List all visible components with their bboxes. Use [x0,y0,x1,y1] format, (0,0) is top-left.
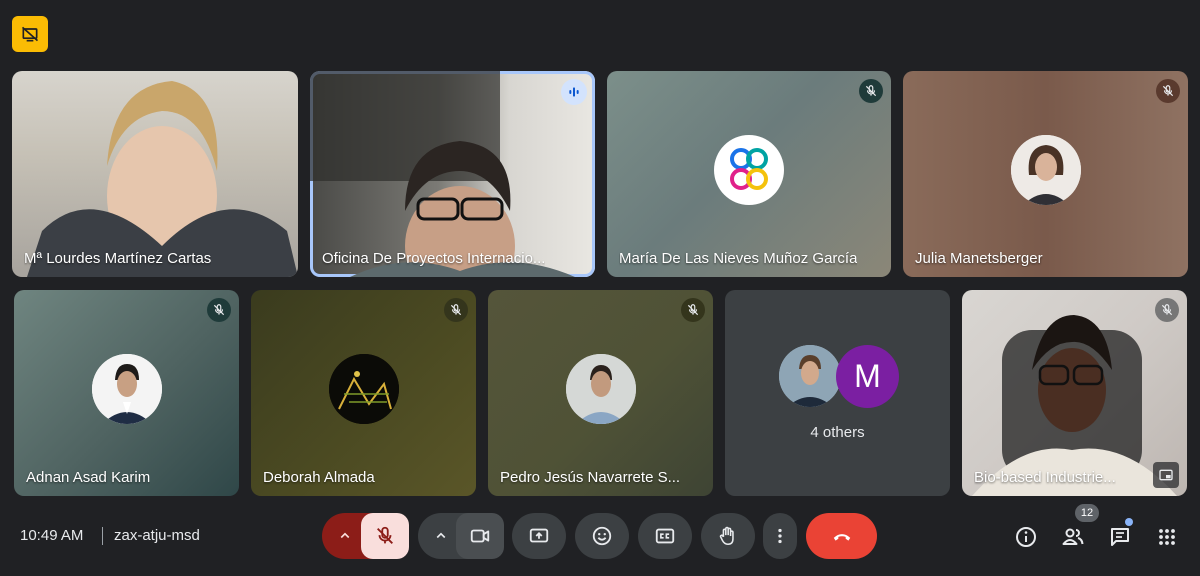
participant-name: Adnan Asad Karim [26,469,151,486]
presentation-off-badge[interactable] [12,16,48,52]
end-call-icon [833,534,850,541]
meeting-details-button[interactable] [1009,520,1043,554]
logo-avatar [730,147,768,190]
participant-tile[interactable]: Mª Lourdes Martínez Cartas [12,71,298,277]
muted-indicator [207,298,231,322]
captions-button[interactable] [638,513,692,559]
muted-indicator [444,298,468,322]
info-icon [1016,527,1036,547]
participant-tile[interactable]: Julia Manetsberger [903,71,1188,277]
others-avatar-photo [779,345,841,407]
participant-name: Oficina De Proyectos Internacio... [322,250,546,267]
present-screen-button[interactable] [512,513,566,559]
chat-notification-dot [1125,518,1133,526]
mic-toggle-button[interactable] [361,513,409,559]
chat-icon [1111,528,1129,546]
more-vert-icon [778,528,782,544]
muted-indicator [1155,298,1179,322]
apps-grid-icon [1159,529,1175,545]
participants-count-badge: 12 [1075,504,1099,522]
leave-call-button[interactable] [806,513,877,559]
participant-tile[interactable]: María De Las Nieves Muñoz García [607,71,891,277]
participant-avatar [714,134,784,205]
pop-out-button[interactable] [1153,462,1179,488]
participant-tile[interactable]: Pedro Jesús Navarrete S... [488,290,713,496]
mic-off-icon [687,304,699,316]
profile-photo [1010,134,1081,205]
mic-off-icon [213,304,225,316]
participant-name: Julia Manetsberger [915,250,1043,267]
muted-indicator [859,79,883,103]
participant-name: María De Las Nieves Muñoz García [619,250,858,267]
chat-button[interactable] [1103,520,1137,554]
meeting-code: zax-atju-msd [114,527,200,544]
others-avatar-letter: M [836,345,899,408]
presentation-off-icon [21,26,39,42]
mic-off-icon [1161,304,1173,316]
camera-toggle-button[interactable] [456,513,504,559]
mic-off-icon [1162,85,1174,97]
participant-name: Bio-based Industrie... [974,469,1116,486]
audio-level-icon [569,87,579,97]
others-count-label: 4 others [810,424,865,441]
speaking-indicator [561,79,587,105]
others-tile[interactable]: M 4 others [725,290,950,496]
muted-indicator [681,298,705,322]
people-button[interactable] [1056,520,1090,554]
participant-name: Deborah Almada [263,469,375,486]
participant-name: Pedro Jesús Navarrete S... [500,469,681,486]
more-options-button[interactable] [763,513,797,559]
raise-hand-button[interactable] [701,513,755,559]
mic-off-icon [377,526,393,544]
participant-tile-active-speaker[interactable]: Oficina De Proyectos Internacio... [310,71,595,277]
profile-photo [91,353,162,424]
participant-avatar [328,353,399,424]
video-camera-icon [470,529,490,543]
participant-tile[interactable]: Bio-based Industrie... [962,290,1187,496]
raise-hand-icon [719,526,734,546]
mic-off-icon [865,85,877,97]
present-screen-icon [529,528,549,543]
closed-captions-icon [655,528,675,544]
mic-off-icon [450,304,462,316]
profile-photo [328,353,399,424]
profile-photo [565,353,636,424]
participant-avatar [91,353,162,424]
time-divider [102,527,103,545]
people-icon [1062,528,1084,545]
activities-button[interactable] [1150,520,1184,554]
picture-in-picture-icon [1159,469,1173,481]
emoji-icon [592,526,612,546]
reactions-button[interactable] [575,513,629,559]
participant-video [310,71,575,277]
chevron-up-icon [340,532,350,539]
participant-avatar [1010,134,1081,205]
participant-avatar [565,353,636,424]
participant-video [27,81,298,277]
muted-indicator [1156,79,1180,103]
participant-tile[interactable]: Deborah Almada [251,290,476,496]
meeting-time: 10:49 AM [20,527,84,544]
profile-photo [779,345,841,407]
chevron-up-icon [436,532,446,539]
participant-name: Mª Lourdes Martínez Cartas [24,250,212,267]
participant-tile[interactable]: Adnan Asad Karim [14,290,239,496]
